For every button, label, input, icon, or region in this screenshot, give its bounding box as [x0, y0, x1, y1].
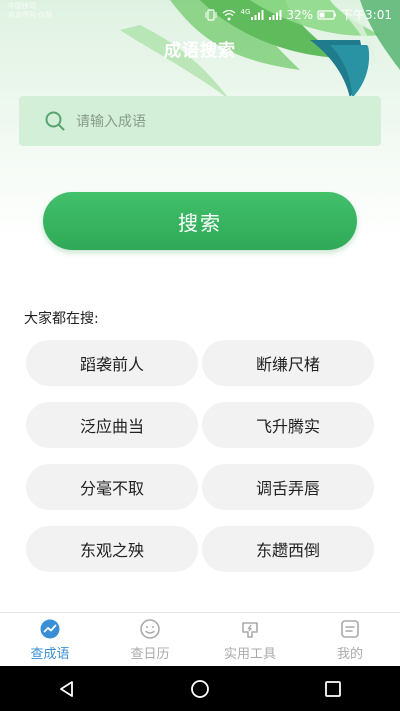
tab-idiom-search[interactable]: 查成语: [0, 613, 100, 667]
battery-percent: 32%: [286, 7, 314, 22]
search-input[interactable]: 请输入成语: [19, 96, 381, 146]
idiom-search-icon: [40, 619, 60, 639]
carrier-line2: 紧急呼叫·仅限: [8, 11, 53, 19]
hot-search-chip[interactable]: 东趱西倒: [202, 526, 374, 572]
vibrate-icon: [205, 8, 217, 21]
recents-button[interactable]: [322, 678, 344, 700]
hot-search-chip[interactable]: 分毫不取: [26, 464, 198, 510]
battery-icon: [317, 9, 337, 20]
hot-search-chip[interactable]: 泛应曲当: [26, 402, 198, 448]
calendar-icon: [140, 619, 160, 639]
tab-label: 查成语: [30, 647, 70, 662]
tab-label: 查日历: [130, 647, 170, 662]
tab-profile[interactable]: 我的: [300, 613, 400, 667]
hot-search-chip[interactable]: 调舌弄唇: [202, 464, 374, 510]
wifi-icon: [223, 9, 236, 20]
tab-calendar[interactable]: 查日历: [100, 613, 200, 667]
carrier-line1: 中国移动: [8, 2, 36, 10]
tools-icon: [242, 622, 258, 638]
tab-tools[interactable]: 实用工具: [200, 613, 300, 667]
hot-search-chip[interactable]: 断缣尺楮: [202, 340, 374, 386]
back-triangle-icon: [59, 680, 73, 697]
search-icon: [45, 111, 65, 131]
search-button[interactable]: 搜索: [43, 192, 357, 250]
tab-label: 我的: [336, 647, 363, 662]
signal-icon: [251, 9, 264, 20]
signal-icon-2: [269, 9, 282, 20]
bottom-tab-bar: 查成语 查日历 实用工具 我的: [0, 612, 400, 667]
network-type: 4G: [240, 7, 251, 16]
hot-search-chip[interactable]: 飞升腾实: [202, 402, 374, 448]
hot-searches-list: 蹈袭前人 断缣尺楮 泛应曲当 飞升腾实 分毫不取 调舌弄唇 东观之殃 东趱西倒: [26, 340, 374, 572]
hot-search-chip[interactable]: 东观之殃: [26, 526, 198, 572]
profile-icon: [341, 620, 359, 638]
carrier-info: 中国移动 紧急呼叫·仅限: [8, 2, 52, 20]
system-nav-bar: [0, 666, 400, 711]
page-title: 成语搜索: [164, 41, 236, 61]
home-button[interactable]: [189, 678, 211, 700]
back-button[interactable]: [56, 678, 78, 700]
search-placeholder: 请输入成语: [76, 114, 146, 130]
tab-label: 实用工具: [223, 647, 276, 662]
hot-search-chip[interactable]: 蹈袭前人: [26, 340, 198, 386]
home-circle-icon: [191, 679, 209, 698]
clock: 下午3:01: [341, 8, 392, 22]
hot-searches-label: 大家都在搜:: [24, 311, 99, 327]
recents-square-icon: [325, 680, 342, 697]
status-bar: 中国移动 紧急呼叫·仅限 4G 32% 下午3:01: [0, 0, 400, 28]
